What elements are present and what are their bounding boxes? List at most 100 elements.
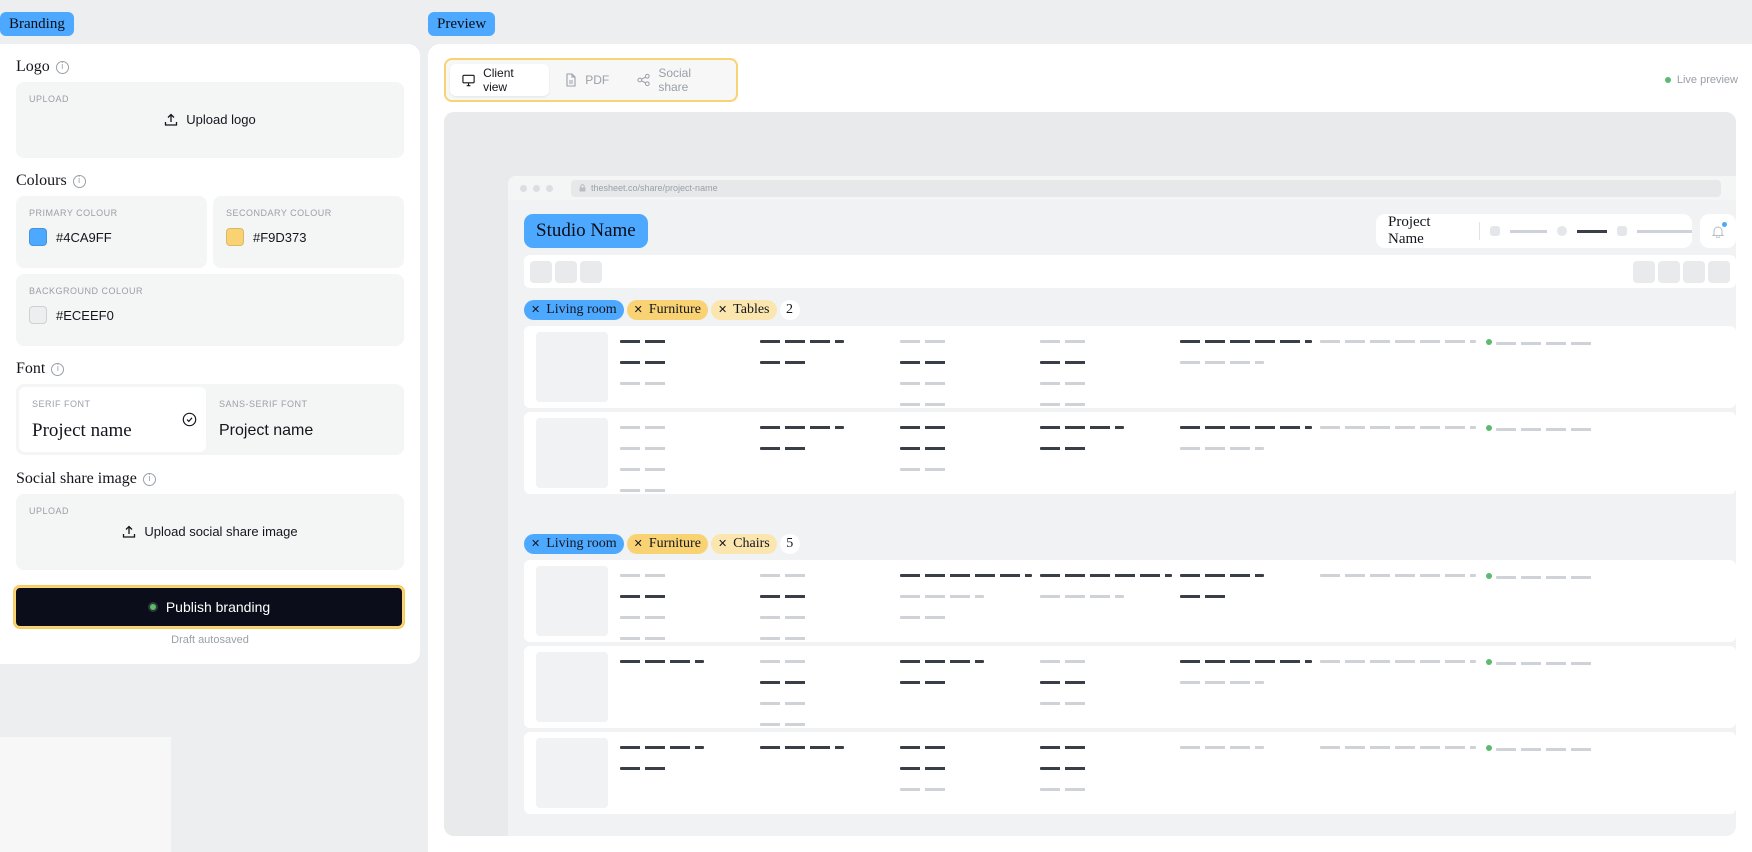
- close-icon[interactable]: ✕: [718, 300, 727, 320]
- placeholder-text: [760, 447, 810, 450]
- placeholder-text: [760, 660, 810, 663]
- placeholder-text: [620, 637, 670, 640]
- upload-icon: [165, 113, 178, 126]
- placeholder-text: [900, 746, 950, 749]
- placeholder-text: [1040, 702, 1090, 705]
- client-page: Studio Name Project Name ✕ Living room ✕…: [508, 200, 1736, 836]
- branding-section-tag: Branding: [0, 12, 74, 36]
- info-icon[interactable]: i: [55, 60, 69, 74]
- sans-font-label: SANS-SERIF FONT: [219, 399, 308, 409]
- item-row[interactable]: [524, 560, 1736, 642]
- logo-label: Logo: [16, 58, 50, 75]
- close-icon[interactable]: ✕: [634, 534, 643, 554]
- placeholder-text: [1496, 428, 1592, 431]
- placeholder-text: [1320, 746, 1476, 749]
- placeholder-text: [620, 361, 670, 364]
- primary-colour-label: PRIMARY COLOUR: [29, 208, 118, 218]
- toolbar-button[interactable]: [1683, 261, 1705, 283]
- browser-bar: thesheet.co/share/project-name: [508, 176, 1736, 200]
- publish-branding-button[interactable]: Publish branding: [14, 586, 404, 628]
- tab-client-view[interactable]: Client view: [450, 64, 550, 96]
- check-circle-icon: [182, 412, 197, 427]
- studio-name-pill: Studio Name: [524, 214, 648, 248]
- count-badge: 2: [779, 300, 800, 320]
- background-colour-field[interactable]: BACKGROUND COLOUR #ECEEF0: [16, 274, 404, 346]
- info-icon[interactable]: i: [142, 472, 156, 486]
- close-icon[interactable]: ✕: [634, 300, 643, 320]
- filter-chip[interactable]: ✕ Furniture: [626, 534, 708, 554]
- placeholder-text: [1577, 229, 1607, 233]
- placeholder-text: [760, 723, 810, 726]
- close-icon[interactable]: ✕: [531, 534, 540, 554]
- upload-logo-button[interactable]: Upload logo: [16, 112, 404, 127]
- secondary-colour-label: SECONDARY COLOUR: [226, 208, 332, 218]
- filter-chips: ✕ Living room ✕ Furniture ✕ Tables 2: [524, 300, 800, 320]
- placeholder-text: [620, 382, 670, 385]
- placeholder-text: [900, 574, 1032, 577]
- url-text: thesheet.co/share/project-name: [591, 183, 718, 193]
- placeholder-text: [900, 340, 950, 343]
- status-dot-icon: [1486, 573, 1492, 579]
- notifications-button[interactable]: [1700, 214, 1736, 248]
- close-icon[interactable]: ✕: [718, 534, 727, 554]
- project-header: Project Name: [1376, 214, 1693, 248]
- background-colour-swatch[interactable]: [29, 306, 47, 324]
- url-bar: thesheet.co/share/project-name: [571, 179, 1721, 197]
- primary-colour-swatch[interactable]: [29, 228, 47, 246]
- filter-chips: ✕ Living room ✕ Furniture ✕ Chairs 5: [524, 534, 800, 554]
- filter-chip[interactable]: ✕ Living room: [524, 534, 624, 554]
- info-icon[interactable]: i: [51, 362, 65, 376]
- upload-tag: UPLOAD: [29, 94, 70, 104]
- item-row[interactable]: [524, 412, 1736, 494]
- placeholder-icon: [1616, 226, 1627, 236]
- placeholder-text: [1040, 447, 1090, 450]
- item-row[interactable]: [524, 646, 1736, 728]
- tab-label: Social share: [658, 66, 691, 94]
- placeholder-text: [1180, 361, 1264, 364]
- filter-chip[interactable]: ✕ Living room: [524, 300, 624, 320]
- item-row[interactable]: [524, 326, 1736, 408]
- placeholder-text: [1496, 576, 1592, 579]
- filter-chip[interactable]: ✕ Furniture: [626, 300, 708, 320]
- placeholder-text: [1180, 574, 1264, 577]
- placeholder-text: [1040, 788, 1090, 791]
- upload-social-button[interactable]: Upload social share image: [16, 524, 404, 539]
- secondary-colour-field[interactable]: SECONDARY COLOUR #F9D373: [213, 196, 404, 268]
- placeholder-text: [1180, 595, 1230, 598]
- filter-chip[interactable]: ✕ Chairs: [710, 534, 777, 554]
- status-dot-icon: [1486, 745, 1492, 751]
- filter-chip[interactable]: ✕ Tables: [710, 300, 777, 320]
- placeholder-text: [620, 426, 670, 429]
- primary-colour-field[interactable]: PRIMARY COLOUR #4CA9FF: [16, 196, 207, 268]
- social-upload-card[interactable]: UPLOAD Upload social share image: [16, 494, 404, 570]
- divider: [1479, 222, 1480, 240]
- social-label: Social share image: [16, 470, 137, 487]
- item-thumbnail: [536, 738, 608, 808]
- toolbar-button[interactable]: [1633, 261, 1655, 283]
- toolbar-button[interactable]: [530, 261, 552, 283]
- info-icon[interactable]: i: [72, 174, 86, 188]
- secondary-colour-swatch[interactable]: [226, 228, 244, 246]
- placeholder-text: [620, 767, 670, 770]
- tab-social-share[interactable]: Social share: [625, 64, 732, 96]
- logo-upload-card[interactable]: UPLOAD Upload logo: [16, 82, 404, 158]
- placeholder-icon: [1557, 226, 1568, 236]
- serif-font-option[interactable]: SERIF FONT Project name: [19, 387, 206, 452]
- toolbar-button[interactable]: [555, 261, 577, 283]
- toolbar-button[interactable]: [580, 261, 602, 283]
- chip-label: Living room: [546, 302, 617, 317]
- share-icon: [637, 73, 650, 87]
- close-icon[interactable]: ✕: [531, 300, 540, 320]
- primary-colour-value: #4CA9FF: [56, 230, 112, 245]
- tab-label: Client view: [483, 66, 514, 94]
- placeholder-text: [1040, 361, 1090, 364]
- placeholder-text: [620, 746, 704, 749]
- toolbar-button[interactable]: [1708, 261, 1730, 283]
- preview-stage: thesheet.co/share/project-name Studio Na…: [444, 112, 1736, 836]
- font-heading: Font i: [16, 360, 65, 378]
- sans-font-option[interactable]: SANS-SERIF FONT Project name: [213, 387, 400, 452]
- item-row[interactable]: [524, 732, 1736, 814]
- serif-font-label: SERIF FONT: [32, 399, 91, 409]
- toolbar-button[interactable]: [1658, 261, 1680, 283]
- tab-pdf[interactable]: PDF: [553, 64, 621, 96]
